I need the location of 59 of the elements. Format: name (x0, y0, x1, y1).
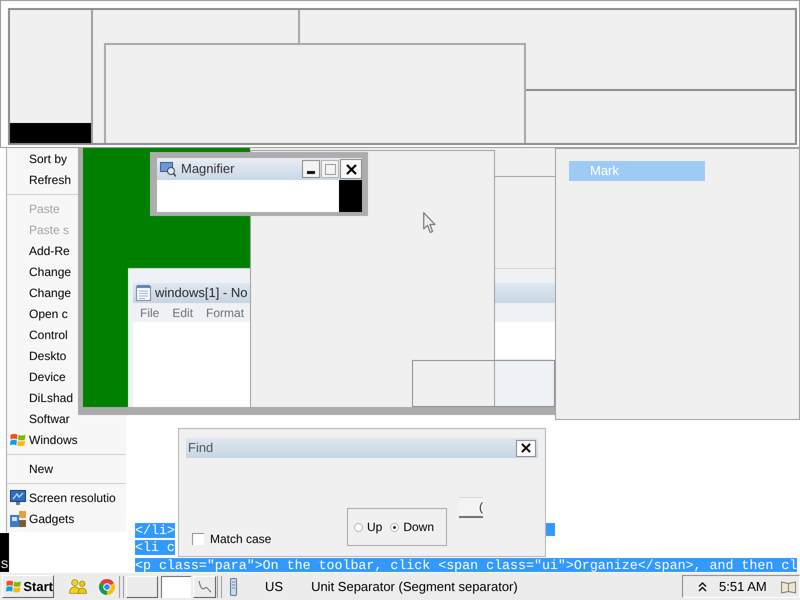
menu-item[interactable]: Open c (7, 303, 69, 324)
squiggle-icon (198, 580, 212, 593)
minimize-button[interactable] (302, 160, 320, 178)
radio-option[interactable]: Down (390, 518, 434, 536)
menu-item[interactable]: Refresh (7, 169, 72, 190)
radio-option[interactable]: Up (354, 518, 382, 536)
radio-icon[interactable] (354, 522, 363, 532)
minimize-icon (307, 171, 315, 174)
radio-icon[interactable] (390, 522, 400, 532)
window-title: windows[1] - No (155, 284, 248, 302)
menu-item[interactable]: Change (7, 261, 72, 282)
menu-item[interactable]: New (7, 458, 54, 479)
toolbar-grip[interactable] (217, 576, 222, 598)
monitor-icon (10, 490, 26, 505)
selection-highlight (546, 523, 555, 536)
checkbox-icon[interactable] (192, 533, 204, 545)
window-title: Find (188, 439, 214, 458)
menu-item[interactable]: Control (7, 324, 69, 345)
menu-item[interactable]: Gadgets (7, 508, 76, 529)
menu-item[interactable]: Change (7, 282, 72, 303)
people-icon[interactable] (69, 579, 87, 594)
language-indicator[interactable]: US (265, 576, 284, 596)
close-button[interactable] (516, 440, 536, 456)
taskbar-button[interactable] (161, 576, 191, 598)
device-icon[interactable] (230, 578, 237, 596)
menu-item[interactable]: Add-Re (7, 240, 71, 261)
menu-item[interactable]: DiLshad (7, 387, 74, 408)
filled-block (339, 180, 362, 212)
notepad-icon (136, 285, 151, 301)
edge-letter: S (0, 559, 9, 572)
cursor-icon (423, 212, 436, 234)
match-case-checkbox[interactable]: Match case (192, 530, 272, 548)
menu-item[interactable]: Device (7, 366, 67, 387)
maximize-icon (324, 164, 336, 174)
close-button[interactable] (340, 159, 362, 179)
round-logo-icon[interactable] (99, 578, 115, 594)
menu-item[interactable]: File (140, 304, 160, 322)
menu-item[interactable]: Softwar (7, 408, 71, 429)
flag-icon (10, 432, 26, 448)
chevron-up-icon[interactable] (698, 582, 707, 592)
filled-block (0, 533, 9, 559)
magnifier-icon (160, 161, 176, 177)
close-icon (521, 443, 531, 453)
start-button[interactable]: Start (2, 575, 54, 598)
menu-item[interactable]: Edit (172, 304, 194, 322)
menu-item[interactable]: Screen resolutio (7, 487, 117, 508)
menu-item[interactable]: Sort by (7, 148, 68, 169)
menu-item[interactable]: Format (206, 304, 244, 322)
close-icon (346, 164, 356, 174)
status-text: Unit Separator (Segment separator) (311, 578, 518, 596)
partial-button[interactable]: ( (459, 497, 483, 518)
toolbar-grip[interactable] (119, 576, 124, 598)
clock: 5:51 AM (719, 578, 767, 596)
flag-icon (6, 579, 22, 594)
menu-item[interactable]: Windows (7, 429, 79, 450)
window-title: Magnifier (181, 160, 234, 178)
tiles-icon (10, 510, 26, 526)
book-icon[interactable] (781, 580, 796, 594)
menu-item[interactable]: Deskto (7, 345, 68, 366)
